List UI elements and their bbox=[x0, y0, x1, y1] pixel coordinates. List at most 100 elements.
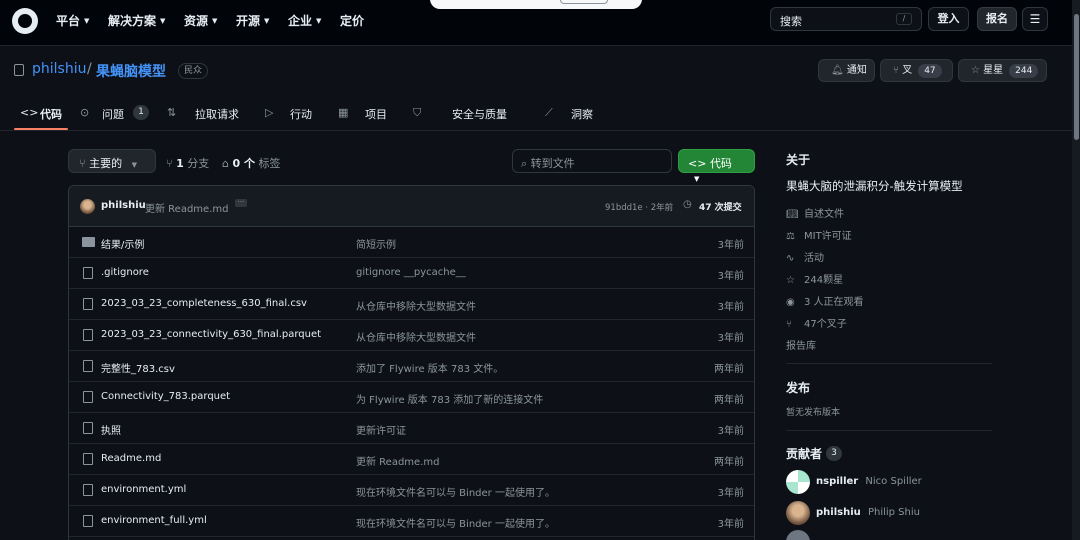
tab-projects[interactable]: 项目 bbox=[365, 106, 387, 122]
table-icon: ▦ bbox=[338, 106, 349, 119]
file-commit-message[interactable]: 现在环境文件名可以与 Binder 一起使用了。 bbox=[356, 484, 555, 499]
activity-link[interactable]: ∿ 活动 bbox=[786, 249, 824, 264]
caret-down-icon: ▼ bbox=[212, 17, 218, 25]
table-row[interactable]: 2023_03_23_completeness_630_final.csv 从仓… bbox=[69, 289, 754, 320]
file-icon bbox=[83, 329, 93, 341]
ellipsis-icon[interactable]: ··· bbox=[235, 199, 247, 207]
branch-select-button[interactable]: ⑂ 主要的 ▼ bbox=[68, 149, 156, 173]
go-to-file-input[interactable]: ⌕ 转到文件 bbox=[512, 149, 672, 173]
table-row[interactable]: Connectivity_783.parquet 为 Flywire 版本 78… bbox=[69, 382, 754, 413]
notifications-button[interactable]: 🔔︎ 通知 bbox=[818, 59, 875, 82]
file-name[interactable]: Connectivity_783.parquet bbox=[101, 391, 230, 402]
tabs-divider bbox=[0, 130, 1080, 131]
file-commit-message[interactable]: gitignore __pycache__ bbox=[356, 267, 466, 278]
repo-owner-link[interactable]: philshiu bbox=[32, 61, 86, 77]
activity-label: 活动 bbox=[804, 253, 824, 264]
file-name[interactable]: 执照 bbox=[101, 422, 121, 437]
nav-label: 解决方案 bbox=[108, 14, 157, 28]
repo-name-link[interactable]: 果蝇脑模型 bbox=[96, 61, 166, 81]
file-commit-message[interactable]: 为 Flywire 版本 783 添加了新的连接文件 bbox=[356, 391, 543, 406]
code-button-label: 代码 bbox=[709, 157, 732, 170]
table-row[interactable]: 完整性_783.csv 添加了 Flywire 版本 783 文件。 两年前 bbox=[69, 351, 754, 382]
branches-link[interactable]: ⑂ 1 分支 bbox=[166, 155, 209, 171]
code-icon: <> bbox=[20, 106, 39, 119]
scrollbar-thumb[interactable] bbox=[1074, 14, 1079, 140]
tab-issues[interactable]: 问题 bbox=[102, 106, 124, 122]
table-row[interactable]: 2023_03_23_connectivity_630_final.parque… bbox=[69, 320, 754, 351]
contributors-title[interactable]: 贡献者 bbox=[786, 445, 822, 462]
file-commit-message[interactable]: 现在环境文件名可以与 Binder 一起使用了。 bbox=[356, 515, 555, 530]
nav-platform[interactable]: 平台 ▼ bbox=[56, 12, 89, 29]
forks-link[interactable]: ⑂ 47个叉子 bbox=[786, 315, 847, 330]
file-icon bbox=[83, 267, 93, 279]
file-name[interactable]: environment.yml bbox=[101, 484, 186, 495]
file-commit-message[interactable]: 添加了 Flywire 版本 783 文件。 bbox=[356, 360, 503, 375]
file-name[interactable]: environment_full.yml bbox=[101, 515, 207, 526]
nav-open-source[interactable]: 开源 ▼ bbox=[236, 12, 269, 29]
file-date: 3年前 bbox=[717, 271, 744, 282]
tab-actions[interactable]: 行动 bbox=[290, 106, 312, 122]
commit-author[interactable]: philshiu bbox=[101, 200, 146, 211]
file-name[interactable]: .gitignore bbox=[101, 267, 149, 278]
table-row[interactable]: .gitignore gitignore __pycache__ 3年前 bbox=[69, 258, 754, 289]
commit-hash[interactable]: 91bdd1e · 2年前 bbox=[605, 201, 673, 213]
star-button[interactable]: ☆ 星星 244 bbox=[958, 59, 1047, 82]
tab-security[interactable]: 安全与质量 bbox=[452, 106, 507, 122]
nav-label: 开源 bbox=[236, 14, 261, 28]
sign-in-button[interactable]: 登入 bbox=[928, 7, 969, 31]
file-commit-message[interactable]: 更新 Readme.md bbox=[356, 453, 439, 468]
settings-sliders-icon[interactable]: ☰ bbox=[1022, 7, 1048, 31]
table-row[interactable]: 执照 更新许可证 3年前 bbox=[69, 413, 754, 444]
nav-label: 平台 bbox=[56, 14, 81, 28]
file-name[interactable]: Readme.md bbox=[101, 453, 161, 464]
slash-key-badge: / bbox=[896, 13, 912, 25]
nav-enterprise[interactable]: 企业 ▼ bbox=[288, 12, 321, 29]
releases-title[interactable]: 发布 bbox=[786, 379, 810, 396]
license-link[interactable]: ⚖ MIT许可证 bbox=[786, 227, 852, 242]
table-row[interactable]: environment_full.yml 现在环境文件名可以与 Binder 一… bbox=[69, 506, 754, 537]
file-date: 3年前 bbox=[717, 333, 744, 344]
nav-solutions[interactable]: 解决方案 ▼ bbox=[108, 12, 165, 29]
search-input[interactable]: 搜索 / bbox=[770, 7, 922, 31]
latest-commit-row: philshiu 更新 Readme.md ··· 91bdd1e · 2年前 … bbox=[69, 186, 754, 227]
file-commit-message[interactable]: 从仓库中移除大型数据文件 bbox=[356, 329, 476, 344]
file-name[interactable]: 2023_03_23_connectivity_630_final.parque… bbox=[101, 329, 321, 340]
stars-link[interactable]: ☆ 244颗星 bbox=[786, 271, 843, 286]
code-dropdown-button[interactable]: <> 代码 ▼ bbox=[678, 149, 755, 183]
report-repo-link[interactable]: 报告库 bbox=[786, 337, 816, 352]
commit-message[interactable]: 更新 Readme.md bbox=[145, 200, 228, 215]
table-row[interactable]: Readme.md 更新 Readme.md 两年前 bbox=[69, 444, 754, 475]
file-commit-message[interactable]: 从仓库中移除大型数据文件 bbox=[356, 298, 476, 313]
file-name[interactable]: 结果/示例 bbox=[101, 236, 144, 251]
table-row[interactable]: environment.yml 现在环境文件名可以与 Binder 一起使用了。… bbox=[69, 475, 754, 506]
tags-link[interactable]: ⌂ 0 个 标签 bbox=[222, 155, 280, 171]
file-name[interactable]: 2023_03_23_completeness_630_final.csv bbox=[101, 298, 307, 309]
readme-link[interactable]: 📖︎ 自述文件 bbox=[786, 205, 844, 220]
contributor-item[interactable]: philshiu Philip Shiu bbox=[816, 507, 920, 518]
file-date: 两年前 bbox=[714, 395, 744, 406]
avatar[interactable] bbox=[786, 530, 810, 540]
play-icon: ▷ bbox=[265, 106, 274, 119]
file-commit-message[interactable]: 简短示例 bbox=[356, 236, 396, 251]
caret-down-icon: ▼ bbox=[694, 175, 700, 183]
repo-description: 果蝇大脑的泄漏积分-触发计算模型 bbox=[786, 179, 963, 193]
tab-pull-requests[interactable]: 拉取请求 bbox=[195, 106, 239, 122]
sign-up-button[interactable]: 报名 bbox=[977, 7, 1017, 31]
file-name[interactable]: 完整性_783.csv bbox=[101, 360, 175, 375]
watchers-link[interactable]: ◉ 3 人正在观看 bbox=[786, 293, 864, 308]
contributor-item[interactable]: nspiller Nico Spiller bbox=[816, 476, 922, 487]
fork-button[interactable]: ⑂ 叉 47 bbox=[880, 59, 953, 82]
avatar[interactable] bbox=[786, 501, 810, 525]
tab-insights[interactable]: 洞察 bbox=[571, 106, 593, 122]
commits-link[interactable]: 47 次提交 bbox=[699, 200, 742, 213]
nav-resources[interactable]: 资源 ▼ bbox=[184, 12, 217, 29]
fork-icon: ⑂ bbox=[893, 65, 899, 76]
avatar[interactable] bbox=[786, 470, 810, 494]
tab-code[interactable]: 代码 bbox=[40, 106, 62, 122]
table-row[interactable]: 结果/示例 简短示例 3年前 bbox=[69, 227, 754, 258]
avatar[interactable] bbox=[80, 199, 95, 214]
branch-icon: ⑂ bbox=[79, 157, 86, 170]
github-logo-icon[interactable] bbox=[12, 8, 38, 34]
file-commit-message[interactable]: 更新许可证 bbox=[356, 422, 406, 437]
nav-pricing[interactable]: 定价 bbox=[340, 12, 364, 29]
